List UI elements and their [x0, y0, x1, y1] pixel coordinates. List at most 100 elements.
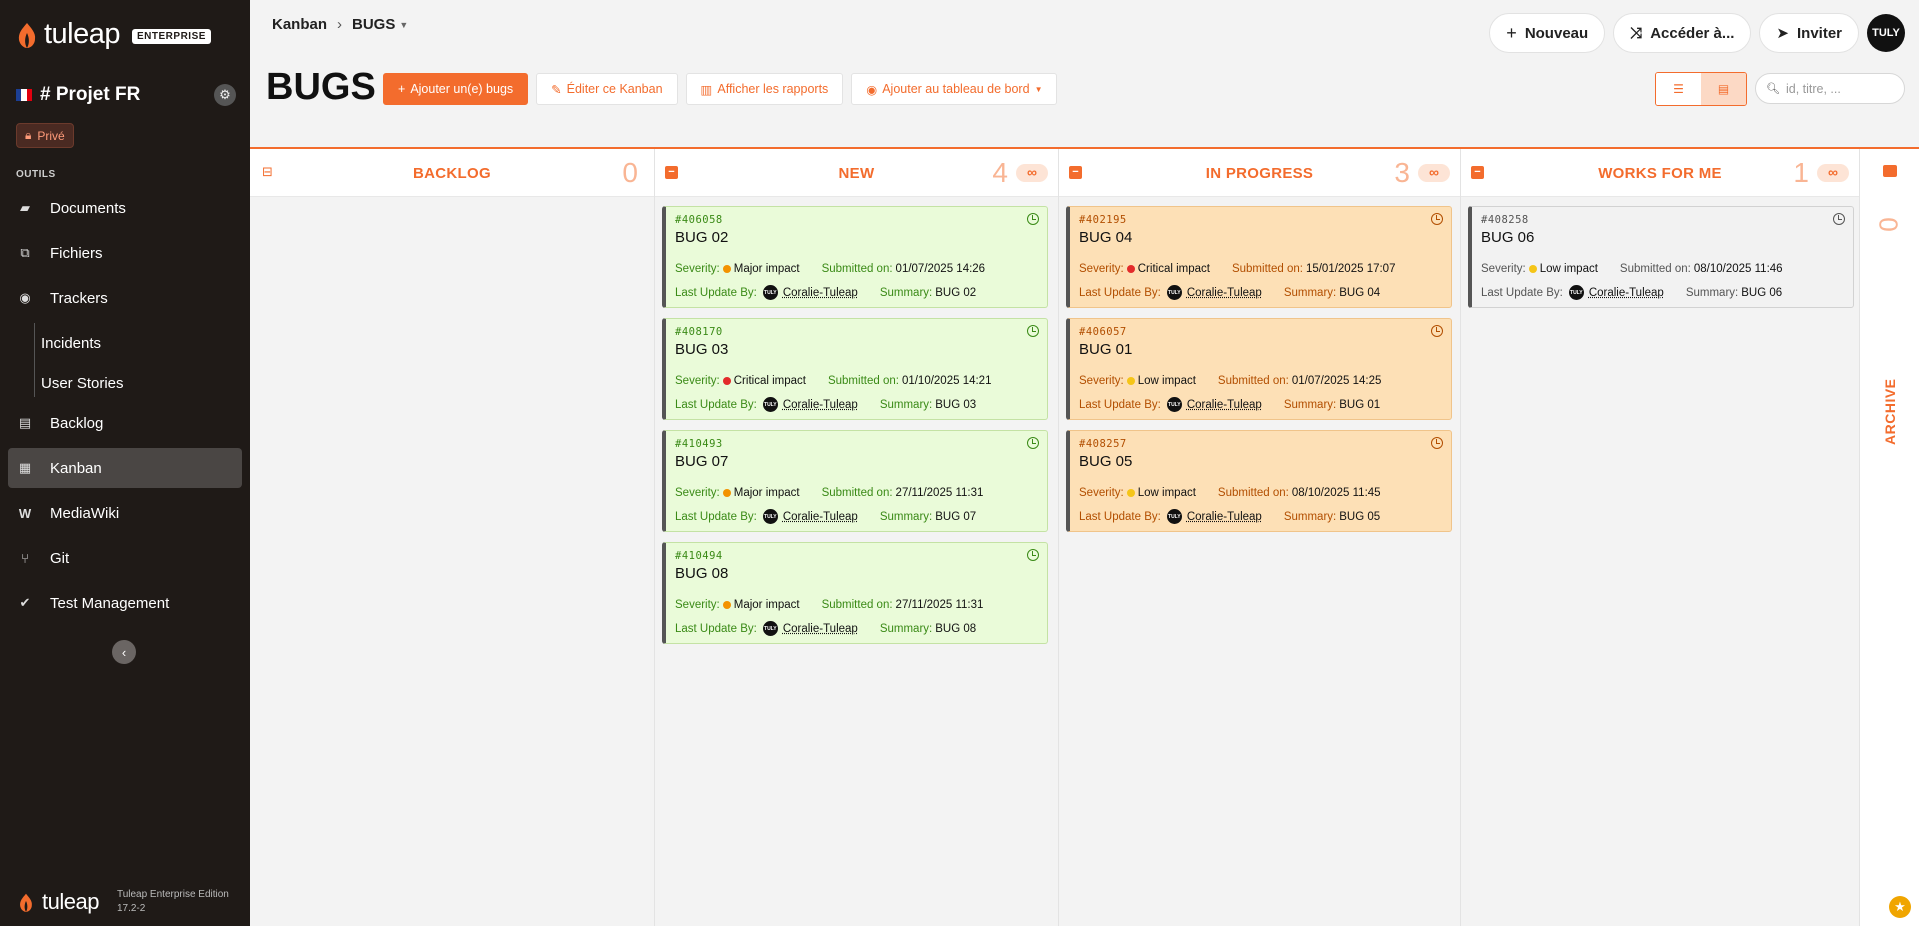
- folder-icon: ▰: [20, 200, 30, 215]
- user-avatar: TULY: [762, 509, 778, 524]
- user-avatar: TULY: [1166, 397, 1182, 412]
- sidebar-item-user-stories[interactable]: User Stories: [8, 363, 242, 403]
- tools-section-label: OUTILS: [16, 169, 56, 180]
- kanban-card[interactable]: #410493 BUG 07 Severity: Major impact Su…: [662, 430, 1048, 532]
- sidebar-item-documents[interactable]: ▰ Documents: [8, 188, 242, 228]
- mediawiki-icon: W: [18, 505, 32, 521]
- add-to-dashboard-button[interactable]: ◉ Ajouter au tableau de bord ▼: [851, 73, 1058, 105]
- sidebar-item-kanban[interactable]: ▦ Kanban: [8, 448, 242, 488]
- summary-value: BUG 05: [1339, 510, 1381, 523]
- filter-field[interactable]: 🔍︎ id, titre, ...: [1755, 73, 1905, 104]
- kanban-card[interactable]: #408170 BUG 03 Severity: Critical impact…: [662, 318, 1048, 420]
- severity-label: Severity:: [1079, 487, 1124, 499]
- wip-limit-badge[interactable]: ∞: [1817, 164, 1849, 182]
- submitted-label: Submitted on:: [1217, 487, 1289, 499]
- kanban-card[interactable]: #408257 BUG 05 Severity: Low impact Subm…: [1066, 430, 1452, 532]
- collapse-sidebar-chevron-left-icon[interactable]: ‹: [112, 640, 136, 664]
- shuffle-icon: ⤨: [1630, 24, 1643, 42]
- card-row-severity: Severity: Low impact Submitted on: 01/07…: [1079, 375, 1381, 387]
- column-count: 4: [992, 157, 1008, 188]
- user-link[interactable]: Coralie-Tuleap: [783, 287, 858, 299]
- add-bug-button[interactable]: + Ajouter un(e) bugs: [383, 73, 529, 105]
- card-id[interactable]: #408258: [1481, 214, 1529, 226]
- breadcrumb-bugs[interactable]: BUGS: [352, 16, 395, 33]
- submitted-value: 01/07/2025 14:26: [895, 263, 986, 275]
- tuleap-logo[interactable]: tuleap ENTERPRISE: [16, 18, 211, 51]
- user-avatar: TULY: [1166, 285, 1182, 300]
- summary-value: BUG 01: [1339, 398, 1381, 411]
- sidebar-item-mediawiki[interactable]: W MediaWiki: [8, 493, 242, 533]
- severity-dot: [1126, 265, 1135, 273]
- user-link[interactable]: Coralie-Tuleap: [783, 511, 858, 523]
- card-row-severity: Severity: Major impact Submitted on: 27/…: [675, 599, 983, 611]
- breadcrumb-kanban[interactable]: Kanban: [272, 16, 327, 33]
- user-link[interactable]: Coralie-Tuleap: [1187, 287, 1262, 299]
- view-mode-toggle: ☰ ▤: [1655, 72, 1747, 106]
- summary-label: Summary:: [1283, 286, 1337, 299]
- plus-icon: +: [398, 82, 406, 96]
- user-link[interactable]: Coralie-Tuleap: [783, 623, 858, 635]
- enterprise-badge: ENTERPRISE: [132, 28, 211, 44]
- summary-label: Summary:: [1685, 286, 1739, 299]
- sidebar-item-test-management[interactable]: ✔ Test Management: [8, 583, 242, 623]
- clock-icon: [1027, 325, 1039, 337]
- severity-value: Critical impact: [1137, 263, 1210, 275]
- sidebar-item-backlog[interactable]: ▤ Backlog: [8, 403, 242, 443]
- card-row-severity: Severity: Low impact Submitted on: 08/10…: [1079, 487, 1381, 499]
- invite-button[interactable]: ➤ Inviter: [1759, 13, 1859, 53]
- sidebar-item-trackers[interactable]: ◉ Trackers: [8, 278, 242, 318]
- user-avatar[interactable]: TULY: [1867, 14, 1905, 52]
- detailed-view-icon[interactable]: ▤: [1701, 73, 1746, 105]
- user-link[interactable]: Coralie-Tuleap: [783, 399, 858, 411]
- severity-label: Severity:: [1079, 375, 1124, 387]
- project-switcher[interactable]: # Projet FR ⚙: [16, 84, 236, 106]
- kanban-card[interactable]: #410494 BUG 08 Severity: Major impact Su…: [662, 542, 1048, 644]
- sidebar-item-incidents[interactable]: Incidents: [8, 323, 242, 363]
- trackers-submenu: Incidents User Stories: [8, 323, 242, 403]
- filter-placeholder: id, titre, ...: [1785, 81, 1841, 96]
- breadcrumb: Kanban › BUGS ▼: [272, 16, 408, 33]
- severity-dot: [722, 601, 731, 609]
- column-title: BACKLOG: [413, 165, 491, 182]
- kanban-card[interactable]: #406058 BUG 02 Severity: Major impact Su…: [662, 206, 1048, 308]
- column-new: − NEW 4 ∞ #406058 BUG 02 Severity: Major…: [655, 149, 1059, 926]
- card-title: BUG 08: [675, 565, 729, 582]
- summary-label: Summary:: [879, 622, 933, 635]
- kanban-card[interactable]: #402195 BUG 04 Severity: Critical impact…: [1066, 206, 1452, 308]
- column-archive[interactable]: 0 ARCHIVE: [1860, 149, 1919, 926]
- summary-value: BUG 02: [935, 286, 977, 299]
- gear-icon[interactable]: ⚙: [214, 84, 236, 106]
- card-id[interactable]: #410493: [675, 438, 723, 450]
- summary-value: BUG 03: [935, 398, 977, 411]
- severity-label: Severity:: [675, 487, 720, 499]
- wip-limit-badge[interactable]: ∞: [1016, 164, 1048, 182]
- new-button[interactable]: + Nouveau: [1489, 13, 1606, 53]
- submitted-label: Submitted on:: [1231, 263, 1303, 275]
- compact-view-icon[interactable]: ☰: [1656, 73, 1701, 105]
- card-id[interactable]: #402195: [1079, 214, 1127, 226]
- user-link[interactable]: Coralie-Tuleap: [1589, 287, 1664, 299]
- kanban-card[interactable]: #408258 BUG 06 Severity: Low impact Subm…: [1468, 206, 1854, 308]
- show-reports-button[interactable]: ▥ Afficher les rapports: [685, 73, 844, 105]
- severity-value: Low impact: [1137, 375, 1196, 387]
- goto-button[interactable]: ⤨ Accéder à...: [1613, 13, 1752, 53]
- card-row-update: Last Update By: TULY Coralie-Tuleap Summ…: [675, 285, 976, 300]
- archive-box-icon: [1883, 165, 1897, 177]
- card-id[interactable]: #410494: [675, 550, 723, 562]
- submitted-value: 27/11/2025 11:31: [895, 487, 984, 499]
- card-id[interactable]: #406057: [1079, 326, 1127, 338]
- user-link[interactable]: Coralie-Tuleap: [1187, 511, 1262, 523]
- card-id[interactable]: #408257: [1079, 438, 1127, 450]
- sidebar-item-git[interactable]: ⑂ Git: [8, 538, 242, 578]
- card-row-severity: Severity: Major impact Submitted on: 01/…: [675, 263, 985, 275]
- caret-down-icon[interactable]: ▼: [399, 20, 408, 30]
- wip-limit-badge[interactable]: ∞: [1418, 164, 1450, 182]
- sidebar-item-fichiers[interactable]: ⧉ Fichiers: [8, 233, 242, 273]
- star-icon[interactable]: ★: [1889, 896, 1911, 918]
- card-id[interactable]: #406058: [675, 214, 723, 226]
- flag-fr-icon: [16, 89, 32, 101]
- user-link[interactable]: Coralie-Tuleap: [1187, 399, 1262, 411]
- kanban-card[interactable]: #406057 BUG 01 Severity: Low impact Subm…: [1066, 318, 1452, 420]
- edit-kanban-button[interactable]: ✎ Éditer ce Kanban: [536, 73, 678, 105]
- card-id[interactable]: #408170: [675, 326, 723, 338]
